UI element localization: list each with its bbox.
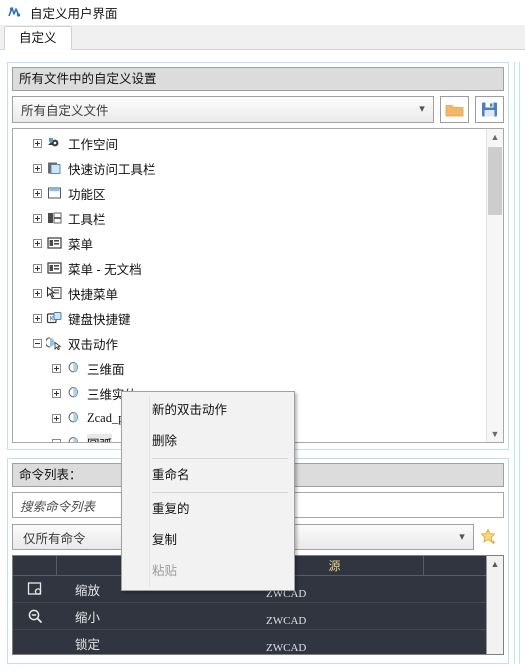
tree-item-label: 菜单 [68, 238, 94, 252]
customization-file-value: 所有自定义文件 [21, 104, 109, 118]
tree-item-label: 三维面 [87, 363, 125, 377]
grid-cell-command: 缩小 [75, 610, 101, 625]
tree-vertical-scrollbar[interactable]: ▲ ▼ [486, 129, 503, 442]
tree-item[interactable]: 双击动作 [13, 331, 486, 356]
grid-column-header[interactable] [424, 556, 486, 575]
shortcut-menu-icon [47, 286, 62, 299]
collapse-minus-icon[interactable] [33, 339, 42, 348]
expand-plus-icon[interactable] [52, 364, 61, 373]
add-star-button[interactable] [474, 528, 504, 546]
menu-icon [47, 237, 62, 249]
grid-cell-icon [13, 608, 57, 625]
scroll-down-icon[interactable]: ▼ [487, 426, 503, 442]
tab-strip: 自定义 [0, 25, 525, 50]
tree-item[interactable]: 快捷菜单 [13, 281, 486, 306]
context-menu-item[interactable]: 重命名 [122, 460, 294, 491]
action-node-icon [68, 362, 78, 373]
expand-plus-icon[interactable] [33, 164, 42, 173]
action-node-icon [68, 387, 78, 398]
action-node-icon [68, 412, 78, 423]
tab-customize[interactable]: 自定义 [4, 26, 72, 50]
tree-item-label: 功能区 [68, 188, 106, 202]
tree-item-label: 工作空间 [68, 138, 119, 152]
scrollbar-thumb[interactable] [488, 147, 502, 215]
customize-settings-header: 所有文件中的自定义设置 [12, 67, 504, 91]
context-menu-separator [152, 458, 288, 459]
context-menu-item[interactable]: 新的双击动作 [122, 395, 294, 426]
menu-icon-rail [149, 395, 150, 587]
keyboard-shortcut-icon: K [46, 312, 62, 324]
floppy-save-icon [482, 102, 497, 117]
context-menu-item[interactable]: 重复的 [122, 494, 294, 525]
context-menu-item: 粘贴 [152, 564, 178, 578]
ribbon-icon [48, 187, 61, 199]
expand-plus-icon[interactable] [52, 389, 61, 398]
expand-plus-icon[interactable] [33, 314, 42, 323]
panel-right-rail [514, 62, 520, 664]
grid-row[interactable]: 缩小 ZWCAD [13, 603, 486, 630]
star-plus-icon [480, 528, 496, 544]
scroll-up-icon[interactable]: ▲ [487, 129, 503, 145]
tree-item[interactable]: 菜单 - 无文档 [13, 256, 486, 281]
toolbar-icon [48, 212, 62, 224]
grid-column-header[interactable] [13, 556, 57, 575]
context-menu-item[interactable]: 删除 [122, 426, 294, 457]
tree-item[interactable]: 三维面 [13, 356, 486, 381]
zwcad-logo-icon [8, 6, 21, 17]
file-selector-row: 所有自定义文件 ▾ [12, 96, 504, 123]
grid-row[interactable]: 锁定 ZWCAD [13, 630, 486, 655]
context-menu-item[interactable]: 复制 [122, 525, 294, 556]
menu-icon [47, 262, 62, 274]
expand-plus-icon[interactable] [33, 214, 42, 223]
collapse-minus-icon[interactable] [52, 439, 61, 442]
tree-item[interactable]: 功能区 [13, 181, 486, 206]
double-click-action-icon [46, 337, 62, 351]
svg-text:K: K [50, 317, 54, 323]
chevron-down-icon: ▾ [419, 103, 425, 115]
tree-context-menu[interactable]: 新的双击动作 删除 重命名 重复的 复制粘贴 [121, 391, 295, 591]
expand-plus-icon[interactable] [33, 289, 42, 298]
workspace-gear-icon [48, 138, 59, 147]
expand-plus-icon[interactable] [33, 189, 42, 198]
scroll-up-icon[interactable]: ▲ [487, 556, 503, 572]
tree-item[interactable]: 工具栏 [13, 206, 486, 231]
quick-access-toolbar-icon [48, 162, 61, 174]
context-menu-separator [152, 492, 288, 493]
tree-item-label: 快速访问工具栏 [68, 163, 156, 177]
tree-item-label: 菜单 - 无文档 [68, 263, 142, 277]
window-title-bar: 自定义用户界面 [0, 0, 525, 25]
expand-plus-icon[interactable] [33, 239, 42, 248]
tree-item-label: 工具栏 [68, 213, 106, 227]
tree-item-label: 双击动作 [68, 338, 119, 352]
expand-plus-icon[interactable] [52, 414, 61, 423]
grid-cell-source: ZWCAD [266, 615, 307, 627]
grid-cell-icon [13, 581, 57, 598]
zoom-window-icon [27, 581, 41, 595]
tree-item[interactable]: 菜单 [13, 231, 486, 256]
tree-item[interactable]: 工作空间 [13, 131, 486, 156]
action-node-icon [68, 437, 78, 442]
command-grid-scrollbar[interactable]: ▲ [486, 556, 503, 654]
customization-file-combo[interactable]: 所有自定义文件 ▾ [12, 96, 434, 123]
window-title: 自定义用户界面 [30, 7, 118, 21]
expand-plus-icon[interactable] [33, 139, 42, 148]
tree-item[interactable]: 快速访问工具栏 [13, 156, 486, 181]
tree-item-label: 圆弧 [87, 434, 113, 442]
grid-cell-source: ZWCAD [266, 642, 307, 654]
open-folder-button[interactable] [440, 96, 469, 123]
grid-cell-command: 锁定 [75, 637, 101, 652]
tree-item[interactable]: K 键盘快捷键 [13, 306, 486, 331]
folder-icon [445, 104, 464, 116]
command-search-placeholder: 搜索命令列表 [20, 499, 96, 514]
chevron-down-icon: ▾ [459, 530, 465, 543]
tree-item-label: 快捷菜单 [68, 288, 119, 302]
expand-plus-icon[interactable] [33, 264, 42, 273]
zoom-out-icon [28, 609, 42, 623]
save-button[interactable] [475, 96, 504, 123]
tree-item-label: 键盘快捷键 [68, 313, 131, 327]
